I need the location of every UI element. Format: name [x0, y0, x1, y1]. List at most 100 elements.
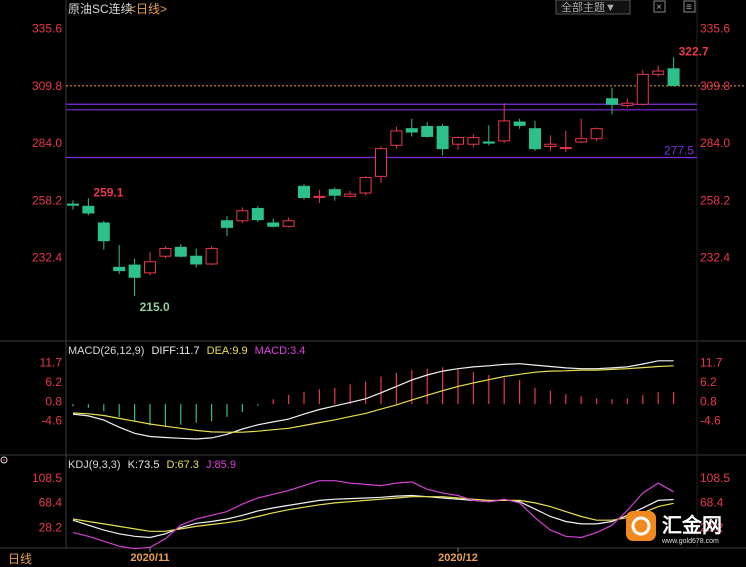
candle-body — [636, 73, 649, 105]
high-price-label: 322.7 — [679, 44, 709, 58]
candle-body — [205, 247, 218, 265]
svg-text:KDJ(9,3,3) K:73.5 D:67: KDJ(9,3,3) K:73.5 D:67.3 J:85.9 — [68, 459, 236, 471]
candle — [205, 246, 218, 266]
kdj-axis-tick-left: 108.5 — [32, 471, 62, 485]
kdj-d-label: D:67.3 — [167, 459, 199, 471]
macd-axis-tick-right: 0.8 — [700, 394, 717, 408]
candle-body — [128, 264, 141, 278]
candle — [298, 184, 310, 200]
candle — [359, 176, 372, 196]
candle-body — [113, 266, 126, 272]
candle — [190, 248, 203, 268]
candle — [236, 207, 249, 223]
candle-body — [328, 189, 341, 196]
candle-body — [282, 220, 295, 227]
candle — [82, 198, 95, 216]
candle-body — [652, 70, 665, 75]
price-axis-tick-right: 309.8 — [700, 79, 730, 93]
macd-diff-label: DIFF:11.7 — [151, 345, 199, 357]
x-axis-date-label: 2020/11 — [130, 552, 169, 564]
price-axis-tick-left: 232.4 — [32, 251, 62, 265]
candle-body — [67, 203, 79, 206]
high-price-label: 259.1 — [93, 185, 123, 199]
macd-diff-line — [72, 360, 674, 440]
candle — [436, 124, 449, 156]
price-axis-tick-right: 232.4 — [700, 251, 730, 265]
low-price-label: 215.0 — [140, 300, 170, 314]
symbol-title: 原油SC连续 — [68, 1, 133, 16]
price-axis-tick-left: 258.2 — [32, 193, 62, 207]
macd-axis-tick-left: 11.7 — [40, 356, 63, 370]
candle — [67, 200, 79, 210]
macd-axis-tick-left: -4.6 — [41, 413, 62, 427]
candle-body — [575, 138, 588, 143]
candle — [590, 127, 603, 141]
candle-body — [544, 143, 557, 147]
candle — [467, 134, 480, 148]
candle-body — [298, 185, 310, 198]
candle-body — [606, 98, 618, 105]
macd-axis-tick-left: 0.8 — [45, 394, 62, 408]
candle — [544, 135, 557, 151]
candle — [559, 130, 572, 152]
candle-body — [97, 222, 110, 242]
close-button[interactable]: × — [653, 0, 666, 13]
candle-body — [221, 220, 233, 228]
candle-body — [436, 125, 449, 150]
candle — [513, 118, 526, 129]
candle — [251, 206, 264, 222]
candle-body — [251, 208, 264, 221]
menu-button[interactable]: ≡ — [683, 0, 696, 13]
candle-body — [667, 68, 680, 86]
macd-axis-tick-left: 6.2 — [45, 375, 62, 389]
price-axis-tick-right: 335.6 — [700, 22, 730, 36]
candle — [452, 136, 464, 150]
macd-macd-label: MACD:3.4 — [255, 345, 306, 357]
candle-body — [390, 130, 403, 146]
candle — [652, 65, 665, 77]
close-icon: × — [656, 2, 662, 13]
kdj-axis-tick-right: 108.5 — [700, 471, 730, 485]
candle-body — [482, 141, 495, 144]
macd-dea-label: DEA:9.9 — [207, 345, 248, 357]
settings-dot-icon[interactable] — [0, 456, 8, 464]
candle-body — [190, 255, 203, 265]
candle — [113, 245, 126, 274]
chart-root: 原油SC连续 <日线> 全部主题▼ × ≡ 277.5 259.1 215.0 32… — [0, 0, 746, 567]
candle-body — [452, 137, 464, 145]
kdj-j-label: J:85.9 — [206, 459, 236, 471]
candle — [575, 118, 588, 144]
candle — [667, 57, 680, 87]
macd-indicator-name: MACD(26,12,9) — [68, 345, 144, 357]
candle — [421, 122, 434, 138]
candle — [97, 220, 110, 250]
price-axis-tick-right: 284.0 — [700, 136, 730, 150]
support-line-label: 277.5 — [664, 144, 694, 158]
theme-button[interactable]: 全部主题▼ — [555, 0, 631, 15]
price-axis-tick-left: 335.6 — [32, 22, 62, 36]
candle — [344, 190, 357, 198]
candle-body — [529, 128, 541, 150]
macd-axis-tick-right: 11.7 — [700, 356, 723, 370]
candle-body — [498, 120, 511, 142]
period-selector[interactable]: <日线> — [129, 2, 167, 16]
candle — [282, 217, 295, 228]
macd-axis-tick-right: 6.2 — [700, 375, 717, 389]
candle-body — [144, 261, 156, 274]
macd-axis-tick-right: -4.6 — [700, 413, 721, 427]
menu-icon: ≡ — [686, 2, 692, 13]
period-tab-daily[interactable]: 日线 — [8, 552, 32, 566]
candle-body — [467, 137, 480, 145]
brand-logo-url: www.gold678.com — [661, 538, 719, 545]
x-axis-date-label: 2020/12 — [438, 552, 478, 564]
candle — [221, 216, 233, 237]
candle — [390, 126, 403, 149]
kdj-k-label: K:73.5 — [128, 459, 160, 471]
kdj-axis-tick-left: 28.2 — [39, 521, 63, 535]
candle — [405, 118, 418, 137]
candle — [482, 125, 495, 146]
candle-body — [313, 195, 326, 198]
candle — [375, 146, 387, 184]
kdj-axis-tick-left: 68.4 — [39, 496, 63, 510]
candle-body — [236, 210, 249, 222]
